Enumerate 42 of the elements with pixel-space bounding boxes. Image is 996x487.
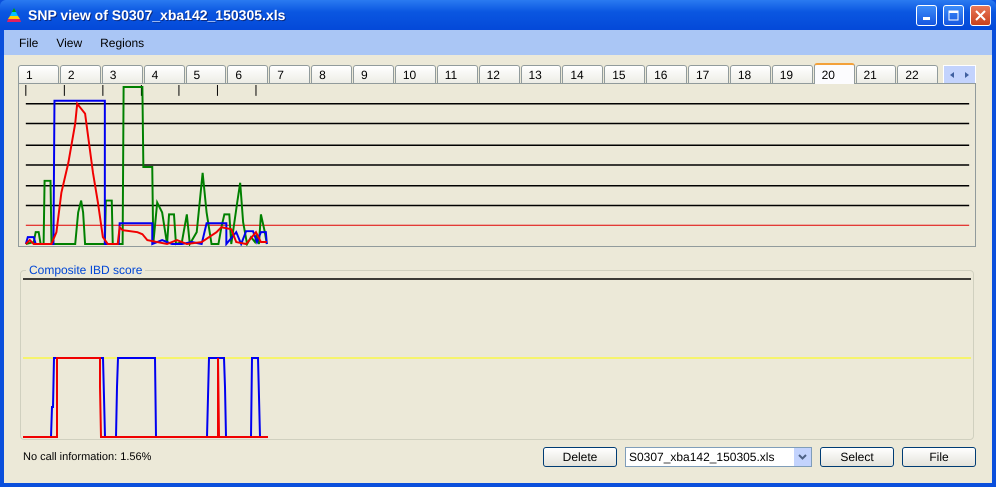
chromosome-tab[interactable]: 11 xyxy=(436,65,478,83)
select-button[interactable]: Select xyxy=(820,447,894,467)
tab-scroll-control[interactable] xyxy=(943,65,976,84)
window-title: SNP view of S0307_xba142_150305.xls xyxy=(28,7,286,23)
chromosome-tab[interactable]: 14 xyxy=(562,65,604,83)
file-button[interactable]: File xyxy=(902,447,976,467)
chromosome-tab[interactable]: 12 xyxy=(478,65,520,83)
delete-button[interactable]: Delete xyxy=(543,447,617,467)
chromosome-tab[interactable]: 10 xyxy=(394,65,436,83)
maximize-button[interactable] xyxy=(943,4,964,26)
chromosome-tab[interactable]: 2 xyxy=(60,65,101,83)
chromosome-tab[interactable]: 5 xyxy=(186,65,226,83)
file-dropdown[interactable]: S0307_xba142_150305.xls xyxy=(625,447,812,467)
chromosome-tab[interactable]: 13 xyxy=(520,65,562,83)
panel-title: Composite IBD score xyxy=(28,263,144,277)
scroll-left-icon[interactable] xyxy=(948,70,956,78)
scroll-right-icon[interactable] xyxy=(963,70,972,78)
close-button[interactable] xyxy=(970,4,991,26)
chromosome-tab[interactable]: 1 xyxy=(18,65,59,83)
status-text: No call information: 1.56% xyxy=(22,451,152,463)
chromosome-tab[interactable]: 18 xyxy=(730,65,771,83)
chromosome-tab[interactable]: 7 xyxy=(269,65,310,83)
menu-item[interactable]: View xyxy=(47,34,92,52)
app-logo-icon xyxy=(6,7,22,23)
chromosome-tab[interactable]: 19 xyxy=(772,65,813,83)
minimize-button[interactable] xyxy=(916,4,937,26)
maximize-icon xyxy=(948,10,959,20)
chromosome-tab[interactable]: 17 xyxy=(688,65,729,83)
chromosome-tab[interactable]: 22 xyxy=(897,65,938,83)
chromosome-tab[interactable]: 16 xyxy=(646,65,687,83)
menu-item[interactable]: File xyxy=(10,34,48,52)
chromosome-tab[interactable]: 3 xyxy=(102,65,143,83)
chromosome-tab[interactable]: 21 xyxy=(856,65,896,83)
minimize-icon xyxy=(923,16,930,20)
chromosome-tab[interactable]: 6 xyxy=(227,65,268,83)
menu-item[interactable]: Regions xyxy=(91,34,154,52)
chromosome-tab[interactable]: 8 xyxy=(311,65,352,83)
close-icon xyxy=(975,10,986,20)
chromosome-tab[interactable]: 15 xyxy=(604,65,646,83)
chromosome-tab[interactable]: 4 xyxy=(144,65,184,83)
chromosome-tab[interactable]: 20 xyxy=(814,63,854,84)
chromosome-tab[interactable]: 9 xyxy=(353,65,394,83)
